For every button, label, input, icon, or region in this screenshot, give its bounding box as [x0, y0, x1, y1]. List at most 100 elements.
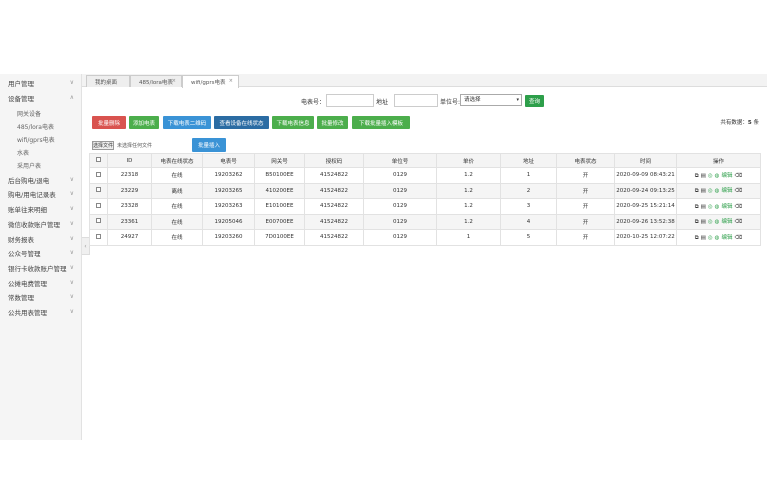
document-icon[interactable]: ▤ [701, 235, 706, 241]
edit-link[interactable]: 编辑 [721, 204, 732, 210]
row-select-cell[interactable] [89, 229, 108, 246]
tab-485-lora[interactable]: 485/lora电表 × [130, 75, 182, 87]
power-icon[interactable]: ◍ [715, 219, 720, 225]
trash-icon[interactable]: ⌫ [735, 235, 743, 241]
sidebar-item-label: 常数管理 [8, 294, 34, 302]
cell-addr: 3 [500, 198, 557, 215]
power-icon[interactable]: ◍ [715, 173, 720, 179]
check-circle-icon[interactable]: ◎ [708, 188, 713, 194]
cell-auth: 41524822 [304, 198, 364, 215]
sidebar-item-label: 后台购电/退电 [8, 177, 50, 185]
cell-meter-no: 19203263 [202, 198, 255, 215]
edit-link[interactable]: 编辑 [721, 188, 732, 194]
choose-file-button[interactable]: 选择文件 [92, 141, 114, 150]
row-select-cell[interactable] [89, 182, 108, 199]
trash-icon[interactable]: ⌫ [735, 188, 743, 194]
sidebar-item-user-mgmt[interactable]: 用户管理 ∨ [0, 76, 82, 90]
sidebar-item-shared-fee[interactable]: 公摊电费管理 ∨ [0, 276, 82, 290]
row-select-cell[interactable] [89, 167, 108, 184]
edit-link[interactable]: 编辑 [721, 235, 732, 241]
cell-addr: 5 [500, 229, 557, 246]
sidebar-item-official-account[interactable]: 公众号管理 ∨ [0, 246, 82, 260]
dropdown-arrow-icon: ▾ [516, 97, 519, 103]
row-select-cell[interactable] [89, 198, 108, 215]
copy-icon[interactable]: ⧉ [695, 219, 699, 225]
sidebar-item-device-mgmt[interactable]: 设备管理 ∧ [0, 91, 82, 105]
sidebar-subitem-water-meter[interactable]: 水表 [0, 146, 82, 159]
add-meter-button[interactable]: 添加电表 [129, 116, 159, 129]
chevron-down-icon: ∨ [69, 190, 74, 197]
header-auth: 授权码 [304, 153, 364, 168]
sidebar-item-wechat[interactable]: 微信收款账户管理 ∨ [0, 217, 82, 231]
trash-icon[interactable]: ⌫ [735, 173, 743, 179]
copy-icon[interactable]: ⧉ [695, 235, 699, 241]
cell-online: 在线 [151, 167, 203, 184]
table-row: 23361 在线 19205046 E00700EE 41524822 0129 1.2 4 开… [89, 213, 761, 230]
meter-no-input[interactable] [326, 94, 374, 107]
edit-link[interactable]: 编辑 [721, 173, 732, 179]
sidebar-subitem-gateway[interactable]: 网关设备 [0, 107, 82, 120]
edit-link[interactable]: 编辑 [721, 219, 732, 225]
batch-delete-button[interactable]: 批量删除 [92, 116, 126, 129]
cell-unit: 0129 [363, 229, 437, 246]
main-content: 电表号： 地址 单位号: 请选择 ▾ 查询 批量删除 添加电表 下载电表二维码 查… [82, 88, 767, 440]
address-input[interactable] [394, 94, 438, 107]
power-icon[interactable]: ◍ [715, 188, 720, 194]
copy-icon[interactable]: ⧉ [695, 173, 699, 179]
query-button[interactable]: 查询 [525, 95, 544, 107]
power-icon[interactable]: ◍ [715, 235, 720, 241]
row-checkbox[interactable] [96, 202, 101, 208]
trash-icon[interactable]: ⌫ [735, 219, 743, 225]
check-circle-icon[interactable]: ◎ [708, 204, 713, 210]
sidebar-item-finance[interactable]: 财务报表 ∨ [0, 232, 82, 246]
copy-icon[interactable]: ⧉ [695, 204, 699, 210]
cell-id: 23229 [107, 182, 152, 199]
total-unit: 条 [753, 120, 759, 126]
tab-desktop[interactable]: 我的桌面 [86, 75, 130, 87]
cell-actions: ⧉ ▤ ◎ ◍ 编辑 ⌫ [676, 182, 761, 199]
row-checkbox[interactable] [96, 218, 101, 224]
sidebar-item-public-meter[interactable]: 公共用表管理 ∨ [0, 305, 82, 319]
sidebar-subitem-user-meter[interactable]: 采用户表 [0, 159, 82, 172]
sidebar-item-purchase[interactable]: 后台购电/退电 ∨ [0, 173, 82, 187]
sidebar-subitem-wifi-gprs[interactable]: wifi/gprs电表 [0, 133, 82, 146]
check-circle-icon[interactable]: ◎ [708, 235, 713, 241]
unit-select[interactable]: 请选择 ▾ [460, 94, 522, 106]
check-circle-icon[interactable]: ◎ [708, 219, 713, 225]
sidebar-item-bank-card[interactable]: 银行卡收款账户管理 ∨ [0, 261, 82, 275]
check-circle-icon[interactable]: ◎ [708, 173, 713, 179]
sidebar-item-usage-records[interactable]: 购电/用电记录表 ∨ [0, 187, 82, 201]
close-icon[interactable]: × [229, 78, 233, 84]
close-icon[interactable]: × [172, 78, 176, 84]
power-icon[interactable]: ◍ [715, 204, 720, 210]
batch-modify-button[interactable]: 批量修改 [317, 116, 348, 129]
download-template-button[interactable]: 下载批量插入模板 [352, 116, 410, 129]
download-qr-button[interactable]: 下载电表二维码 [163, 116, 211, 129]
search-bar: 电表号： 地址 单位号: 请选择 ▾ 查询 [82, 94, 767, 108]
cell-price: 1.2 [436, 182, 501, 199]
sidebar-subitem-485-lora[interactable]: 485/lora电表 [0, 120, 82, 133]
batch-insert-button[interactable]: 批量插入 [192, 138, 226, 152]
row-checkbox[interactable] [96, 187, 101, 193]
table-row: 22318 在线 19203262 B50100EE 41524822 0129 1.2 1 开… [89, 167, 761, 184]
row-checkbox[interactable] [96, 171, 101, 177]
document-icon[interactable]: ▤ [701, 173, 706, 179]
select-all-checkbox[interactable] [96, 157, 101, 162]
document-icon[interactable]: ▤ [701, 188, 706, 194]
check-online-button[interactable]: 查看设备在线状态 [214, 116, 269, 129]
total-count: 共有数据：5 条 [720, 118, 759, 126]
cell-time: 2020-09-24 09:13:25 [614, 182, 677, 199]
sidebar-item-billing[interactable]: 账单往来明细 ∨ [0, 202, 82, 216]
row-checkbox[interactable] [96, 233, 101, 239]
trash-icon[interactable]: ⌫ [735, 204, 743, 210]
tab-wifi-gprs[interactable]: wifi/gprs电表 × [182, 75, 239, 88]
chevron-down-icon: ∨ [69, 220, 74, 227]
download-info-button[interactable]: 下载电表信息 [272, 116, 314, 129]
document-icon[interactable]: ▤ [701, 204, 706, 210]
copy-icon[interactable]: ⧉ [695, 188, 699, 194]
unit-select-value: 请选择 [464, 97, 481, 103]
select-all-cell[interactable] [89, 153, 108, 168]
sidebar-item-constants[interactable]: 常数管理 ∨ [0, 290, 82, 304]
row-select-cell[interactable] [89, 213, 108, 230]
document-icon[interactable]: ▤ [701, 219, 706, 225]
